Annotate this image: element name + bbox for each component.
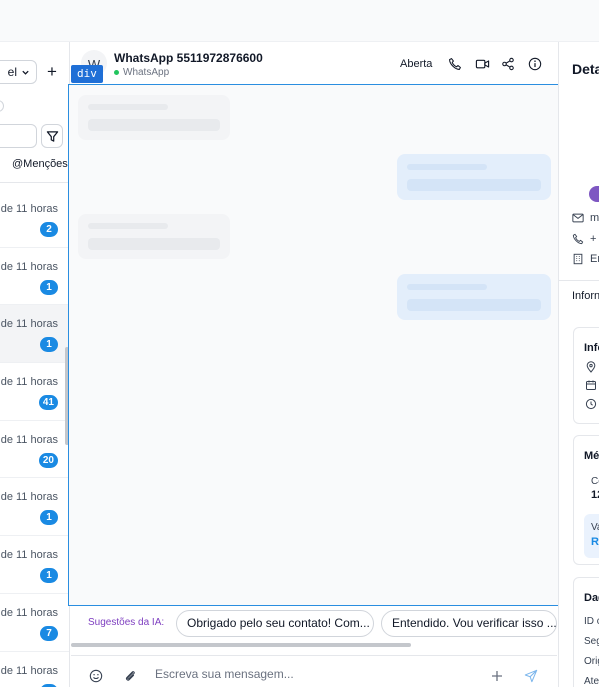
data-row-label: Orig: [584, 656, 599, 667]
conversation-list: de 11 horas 2 de 11 horas 1 de 11 horas 1 de 1…: [0, 190, 69, 687]
contact-email-text: m: [590, 212, 599, 224]
location-icon: [586, 361, 596, 373]
channel-label: WhatsApp: [123, 67, 170, 78]
conversation-item[interactable]: de 11 horas 1: [0, 248, 69, 306]
conversation-item[interactable]: de 11 horas 2: [0, 190, 69, 248]
suggestion-chip[interactable]: Obrigado pelo seu contato! Com...: [176, 610, 374, 637]
new-conversation-button[interactable]: +: [44, 62, 60, 82]
phone-icon: [572, 233, 584, 245]
divider: [559, 280, 599, 281]
unread-badge: 20: [38, 452, 58, 468]
tag-badge: [589, 186, 599, 202]
message-skeleton-incoming: [78, 95, 230, 140]
tab-mentions[interactable]: @Menções: [12, 158, 68, 170]
unread-badge: 1: [40, 510, 58, 526]
conversation-time: de 11 horas: [0, 664, 58, 677]
paperclip-icon[interactable]: [122, 668, 138, 684]
message-input[interactable]: Escreva sua mensagem...: [155, 667, 294, 681]
unread-badge: 41: [38, 395, 58, 411]
filter-button[interactable]: [41, 124, 63, 148]
conversation-time: de 11 horas: [0, 376, 58, 389]
contact-company-text: Er: [590, 253, 599, 265]
status-filter-label: el: [7, 65, 17, 79]
share-icon[interactable]: [500, 56, 516, 72]
value-label: Va: [591, 522, 599, 533]
info-icon[interactable]: [527, 56, 543, 72]
send-icon[interactable]: [523, 668, 539, 684]
metrics-card: Mét Co 12 Va R$: [573, 435, 599, 565]
unread-badge: 1: [40, 279, 58, 295]
value-amount: R$: [591, 536, 599, 548]
divider: [0, 182, 69, 183]
clock-icon: [585, 398, 597, 410]
chat-header: W WhatsApp 5511972876600 WhatsApp Aberta: [71, 42, 557, 84]
contact-email[interactable]: m: [572, 212, 599, 224]
data-row-label: Aten: [584, 676, 599, 687]
conversation-item[interactable]: de 11 horas 1: [0, 305, 69, 364]
contact-phone-text: +: [590, 233, 597, 245]
unread-badge: 7: [40, 625, 58, 641]
conversation-item[interactable]: de 11 horas 20: [0, 421, 69, 479]
contact-name: WhatsApp 5511972876600: [114, 51, 263, 65]
emoji-icon[interactable]: [88, 668, 104, 684]
radio-toggle[interactable]: [0, 100, 4, 112]
unread-badge: [40, 683, 58, 687]
info-card-title: Info: [584, 342, 599, 354]
contact-phone[interactable]: +: [572, 233, 596, 245]
message-area[interactable]: [68, 84, 560, 606]
conversation-item[interactable]: de 11 horas 7: [0, 594, 69, 652]
funnel-icon: [46, 130, 58, 142]
contact-details-panel: Deta m + Er Inforn Info Mét Co 12 Va R$ …: [558, 42, 599, 687]
conversation-item[interactable]: de 11 horas 41: [0, 363, 69, 421]
conversation-list-panel: el + @Menções de 11 horas 2 de 11 horas 1 de…: [0, 42, 70, 687]
contact-company[interactable]: Er: [572, 253, 599, 265]
unread-badge: 2: [40, 222, 58, 237]
metric-label: Co: [591, 476, 599, 487]
conversation-item[interactable]: de 11 horas: [0, 652, 69, 687]
message-composer: Escreva sua mensagem...: [71, 655, 557, 687]
online-status-dot: [114, 70, 119, 75]
conversation-time: de 11 horas: [0, 318, 58, 331]
data-row-label: ID c: [584, 616, 599, 627]
conversation-time: de 11 horas: [0, 203, 58, 215]
suggestions-scrollbar[interactable]: [71, 643, 411, 647]
conversation-time: de 11 horas: [0, 549, 58, 562]
conversation-item[interactable]: de 11 horas 1: [0, 478, 69, 537]
message-skeleton-outgoing: [397, 154, 551, 200]
building-icon: [573, 253, 583, 265]
conversation-time: de 11 horas: [0, 260, 58, 273]
value-box: Va R$: [584, 514, 599, 558]
ai-suggestions-label: Sugestões da IA:: [88, 617, 165, 628]
conversation-item[interactable]: de 11 horas 1: [0, 536, 69, 594]
data-row-label: Seg: [584, 636, 599, 647]
conversation-time: de 11 horas: [0, 433, 58, 446]
data-card: Dad ID c Seg Orig Aten: [573, 577, 599, 687]
tab-information[interactable]: Inforn: [572, 290, 599, 302]
metrics-card-title: Mét: [584, 450, 599, 462]
chevron-down-icon: [22, 70, 29, 75]
video-icon[interactable]: [474, 56, 490, 72]
details-title: Deta: [572, 61, 599, 77]
message-skeleton-outgoing: [397, 274, 551, 320]
metric-value: 12: [591, 489, 599, 501]
plus-icon[interactable]: [489, 668, 505, 684]
top-bar: [0, 0, 599, 42]
suggestion-chip[interactable]: Entendido. Vou verificar isso ...: [381, 610, 557, 637]
status-filter-select[interactable]: el: [0, 60, 37, 84]
info-card: Info: [573, 327, 599, 424]
mail-icon: [572, 213, 584, 223]
devtools-inspect-tag: div: [71, 65, 103, 83]
conversation-status[interactable]: Aberta: [400, 58, 432, 70]
ai-suggestions-bar: Sugestões da IA: Obrigado pelo seu conta…: [71, 606, 557, 643]
message-skeleton-incoming: [78, 214, 230, 259]
unread-badge: 1: [40, 337, 58, 353]
conversation-time: de 11 horas: [0, 606, 58, 619]
channel-indicator: WhatsApp: [114, 67, 169, 78]
calendar-icon: [586, 380, 596, 390]
conversation-time: de 11 horas: [0, 491, 58, 504]
conversation-search-input[interactable]: [0, 124, 37, 148]
data-card-title: Dad: [584, 592, 599, 604]
unread-badge: 1: [40, 568, 58, 584]
phone-icon[interactable]: [447, 56, 463, 72]
